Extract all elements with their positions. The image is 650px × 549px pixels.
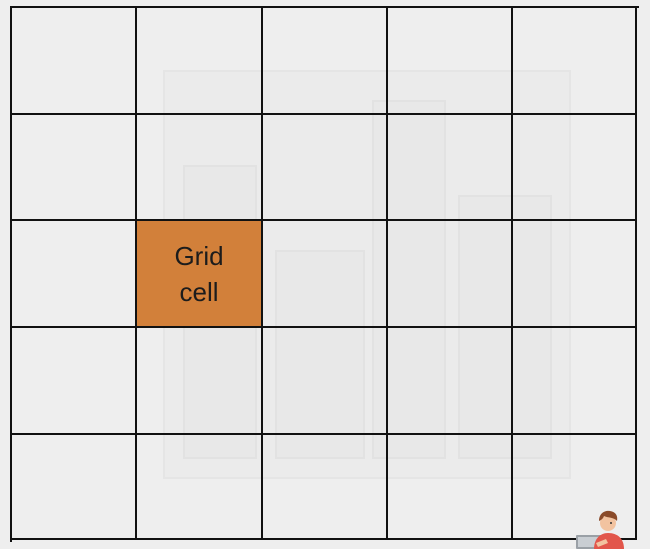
grid-cell-r1-c4 xyxy=(388,8,513,115)
grid-cell-r3-c5 xyxy=(513,221,637,328)
grid-cell-r4-c2 xyxy=(137,328,263,435)
grid-cell-r5-c1 xyxy=(12,435,137,540)
grid-cell-r2-c2 xyxy=(137,115,263,221)
grid-cell-label: Grid cell xyxy=(174,240,224,307)
grid-cell-r5-c3 xyxy=(263,435,388,540)
grid-cell-r3-c4 xyxy=(388,221,513,328)
grid-cell-r3-c2: Grid cell xyxy=(137,221,263,328)
grid-cell-r4-c3 xyxy=(263,328,388,435)
grid-cell-r4-c5 xyxy=(513,328,637,435)
grid-cell-r2-c4 xyxy=(388,115,513,221)
grid-cell-r2-c5 xyxy=(513,115,637,221)
grid-cell-r4-c1 xyxy=(12,328,137,435)
grid-cell-r5-c2 xyxy=(137,435,263,540)
grid-cell-r1-c5 xyxy=(513,8,637,115)
diagram-canvas: Grid cell xyxy=(0,0,650,549)
grid-cell-r3-c3 xyxy=(263,221,388,328)
grid-cell-r1-c1 xyxy=(12,8,137,115)
grid-cell-r2-c1 xyxy=(12,115,137,221)
grid-cell-r4-c4 xyxy=(388,328,513,435)
grid-cell-r5-c4 xyxy=(388,435,513,540)
grid-cell-r1-c3 xyxy=(263,8,388,115)
grid: Grid cell xyxy=(10,6,639,542)
person-with-laptop-icon xyxy=(576,510,624,549)
grid-cell-r1-c2 xyxy=(137,8,263,115)
grid-cell-r2-c3 xyxy=(263,115,388,221)
grid-cell-r3-c1 xyxy=(12,221,137,328)
